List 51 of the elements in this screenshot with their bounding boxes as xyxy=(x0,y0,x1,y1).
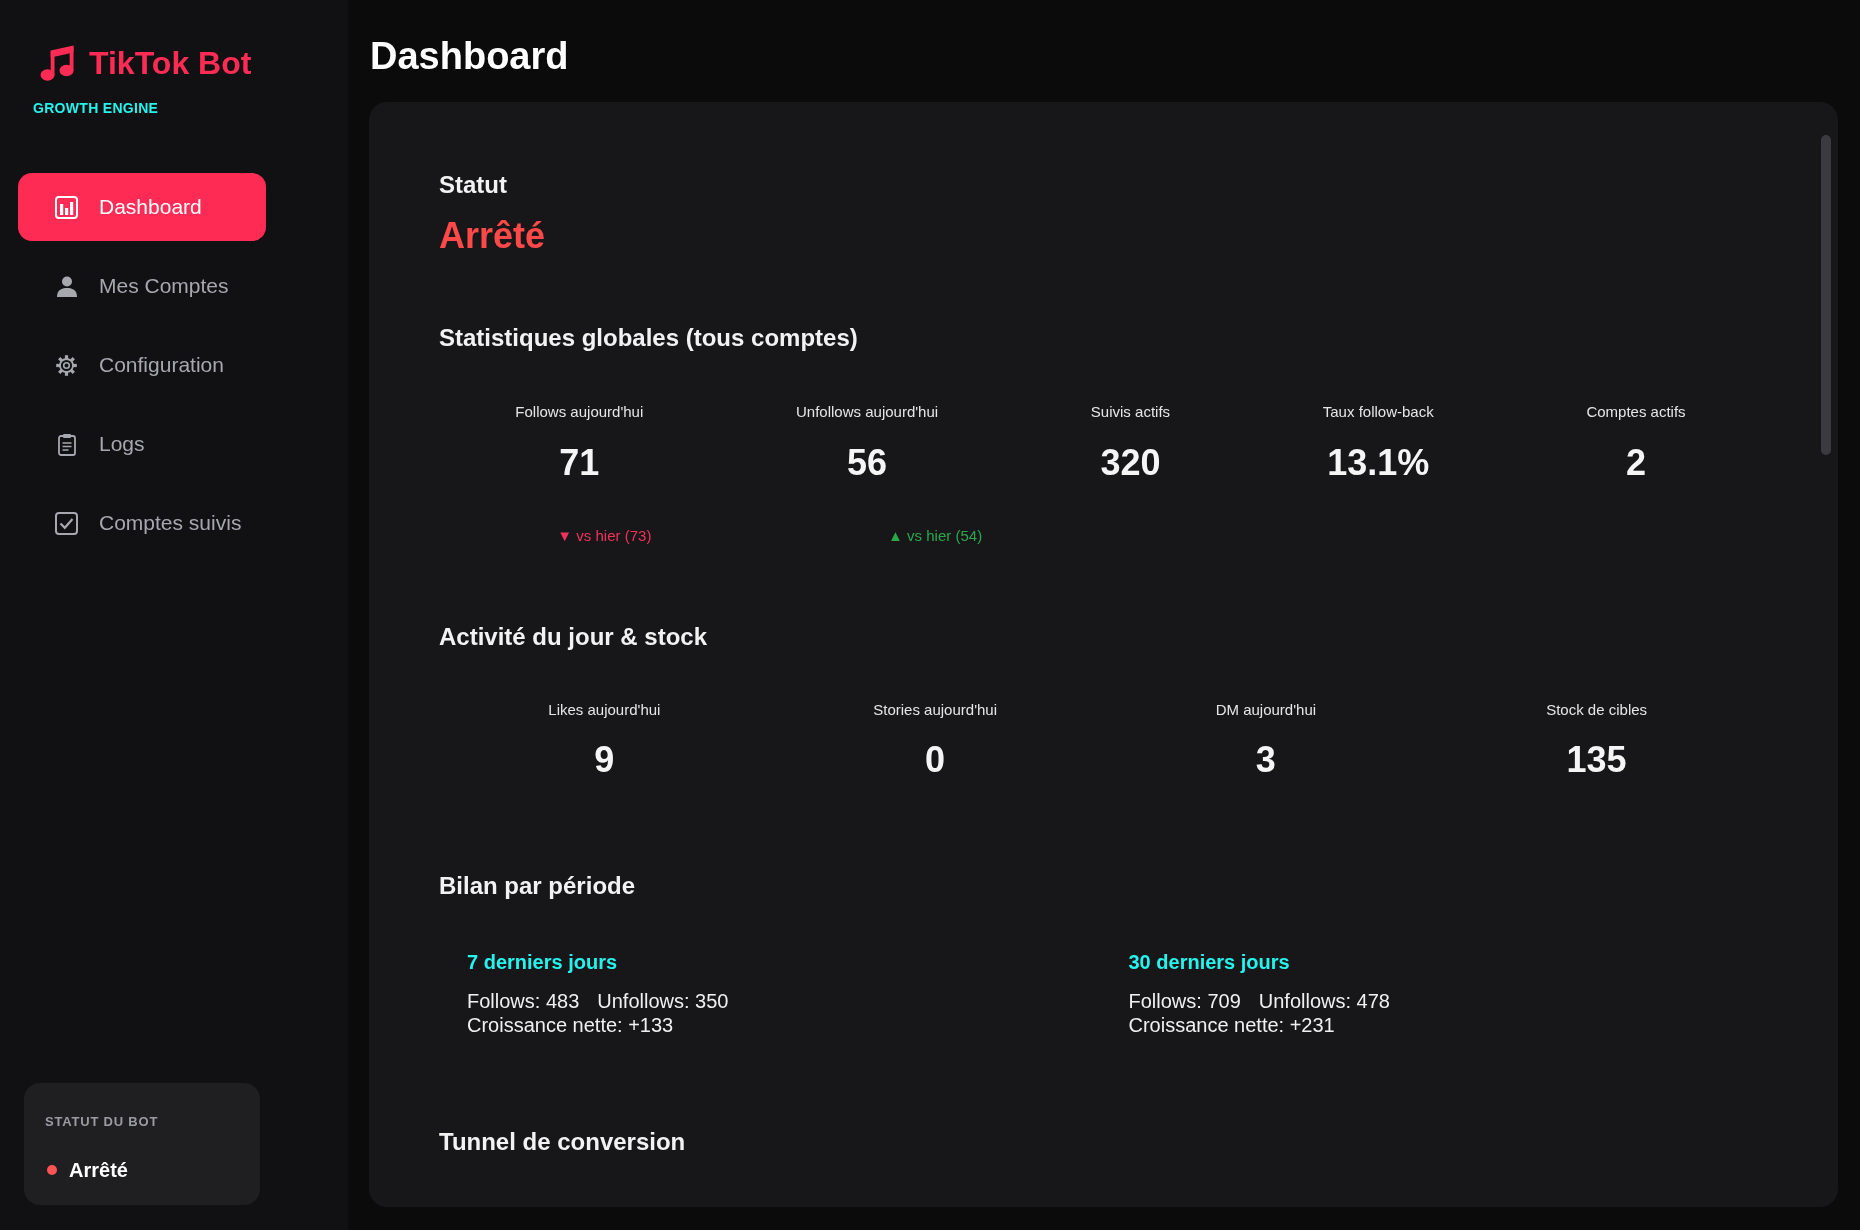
stat-value: 9 xyxy=(594,739,615,781)
stat-value: 56 xyxy=(847,442,888,484)
trend-text: ▲ vs hier (54) xyxy=(888,527,983,545)
stat-label: Comptes actifs xyxy=(1586,403,1686,421)
section-heading: Statistiques globales (tous comptes) xyxy=(439,324,858,352)
stat-label: Stock de cibles xyxy=(1546,701,1648,719)
stat-value: 320 xyxy=(1100,442,1161,484)
follows-text: Follows: 483 xyxy=(467,989,580,1013)
unfollows-text: Unfollows: 350 xyxy=(597,989,729,1013)
net-growth-text: Croissance nette: +133 xyxy=(467,1013,674,1037)
gear-icon xyxy=(55,353,78,377)
stat-label: Suivis actifs xyxy=(1090,403,1171,421)
nav-item[interactable]: Configuration xyxy=(18,331,266,399)
trend-text: ▼ vs hier (73) xyxy=(557,527,652,545)
stat-label: Unfollows aujourd'hui xyxy=(796,403,939,421)
stat-value: 13.1% xyxy=(1327,442,1430,484)
unfollows-text: Unfollows: 478 xyxy=(1258,989,1390,1013)
stat-value: 3 xyxy=(1255,739,1276,781)
section-heading: Tunnel de conversion xyxy=(439,1128,686,1156)
scrollbar-thumb[interactable] xyxy=(1821,135,1831,455)
period-title: 7 derniers jours xyxy=(467,950,618,974)
stat-label: DM aujourd'hui xyxy=(1215,701,1317,719)
brand-title: TikTok Bot xyxy=(89,45,252,81)
user-icon xyxy=(56,274,77,298)
nav-item[interactable]: Mes Comptes xyxy=(18,252,266,320)
section-heading: Activité du jour & stock xyxy=(439,623,708,651)
clipboard-icon xyxy=(56,432,77,456)
nav-item[interactable]: Logs xyxy=(18,410,266,478)
stat-label: Taux follow-back xyxy=(1322,403,1434,421)
nav-item[interactable]: Dashboard xyxy=(18,173,266,241)
period-title: 30 derniers jours xyxy=(1128,950,1290,974)
bar-chart-icon xyxy=(55,195,78,219)
stat-label: Follows aujourd'hui xyxy=(515,403,644,421)
stat-value: 2 xyxy=(1625,442,1646,484)
checkbox-icon xyxy=(55,511,78,535)
bot-status-value: Arrêté xyxy=(69,1158,128,1182)
stat-value: 135 xyxy=(1566,739,1627,781)
follows-text: Follows: 709 xyxy=(1128,989,1241,1013)
brand-subtitle: GROWTH ENGINE xyxy=(33,99,159,117)
stat-label: Likes aujourd'hui xyxy=(548,701,661,719)
stat-value: 71 xyxy=(559,442,600,484)
stat-label: Stories aujourd'hui xyxy=(873,701,997,719)
music-note-icon xyxy=(40,45,74,81)
section-heading: Statut xyxy=(439,171,507,199)
status-value: Arrêté xyxy=(439,215,546,257)
bot-status-label: STATUT DU BOT xyxy=(45,1114,159,1130)
nav-item[interactable]: Comptes suivis xyxy=(18,489,266,557)
page-title: Dashboard xyxy=(370,34,569,79)
section-heading: Bilan par période xyxy=(439,872,636,900)
net-growth-text: Croissance nette: +231 xyxy=(1128,1013,1335,1037)
stat-value: 0 xyxy=(925,739,946,781)
